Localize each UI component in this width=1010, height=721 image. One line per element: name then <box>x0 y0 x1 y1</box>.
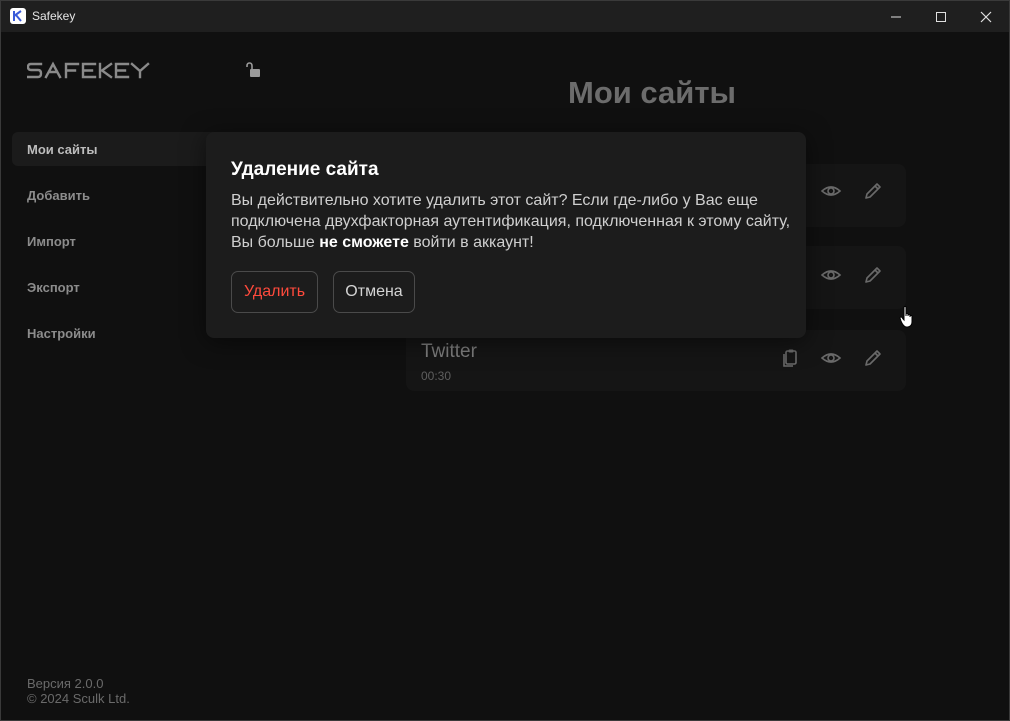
site-name: Twitter <box>421 341 477 362</box>
site-card-twitter[interactable]: Twitter 00:30 <box>406 330 906 391</box>
delete-site-dialog: Удаление сайта Вы действительно хотите у… <box>206 132 806 338</box>
hand-cursor-icon <box>899 305 915 329</box>
cancel-button[interactable]: Отмена <box>333 271 415 313</box>
titlebar[interactable]: Safekey <box>1 1 1009 32</box>
dialog-message: Вы действительно хотите удалить этот сай… <box>231 190 791 253</box>
pencil-icon[interactable] <box>862 264 884 286</box>
maximize-button[interactable] <box>918 1 964 32</box>
pencil-icon[interactable] <box>862 347 884 369</box>
window-title: Safekey <box>32 9 76 23</box>
dialog-message-part: войти в аккаунт! <box>408 234 534 251</box>
eye-icon[interactable] <box>820 264 842 286</box>
safekey-logo <box>26 61 155 81</box>
sidebar-item-label: Настройки <box>27 325 96 341</box>
eye-icon[interactable] <box>820 347 842 369</box>
dialog-message-bold: не сможете <box>319 234 409 251</box>
sidebar-item-label: Импорт <box>27 233 76 249</box>
pencil-icon[interactable] <box>862 180 884 202</box>
site-code: 00:30 <box>421 369 452 383</box>
app-window: Safekey Мои сайты Добавить Импорт Экспор… <box>0 0 1010 721</box>
minimize-button[interactable] <box>873 1 919 32</box>
page-title: Мои сайты <box>568 75 737 110</box>
minimize-icon <box>891 16 901 17</box>
unlock-icon[interactable] <box>245 61 263 79</box>
version-text: Версия 2.0.0 <box>27 676 104 691</box>
dialog-title: Удаление сайта <box>231 159 379 180</box>
sidebar-item-label: Экспорт <box>27 279 80 295</box>
sidebar-item-label: Добавить <box>27 187 90 203</box>
close-button[interactable] <box>963 1 1009 32</box>
copy-icon[interactable] <box>779 347 801 369</box>
app-logo-icon <box>10 8 26 24</box>
copyright-text: © 2024 Sculk Ltd. <box>27 691 130 706</box>
delete-button[interactable]: Удалить <box>231 271 318 313</box>
version-info: Версия 2.0.0 © 2024 Sculk Ltd. <box>27 676 130 706</box>
eye-icon[interactable] <box>820 180 842 202</box>
sidebar-item-label: Мои сайты <box>27 141 98 157</box>
close-icon <box>980 11 992 22</box>
maximize-icon <box>936 11 946 22</box>
